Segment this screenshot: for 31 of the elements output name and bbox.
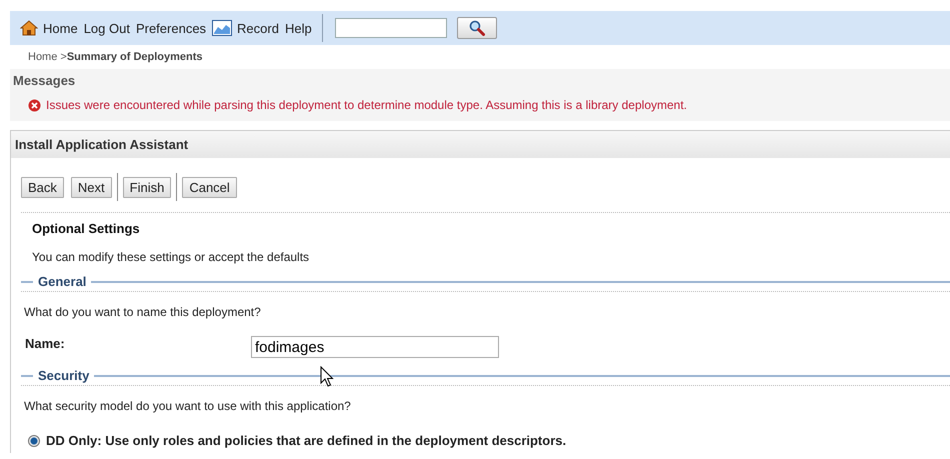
wizard-button[interactable]: Back	[21, 176, 64, 198]
wizard-button[interactable]: Cancel	[182, 176, 237, 198]
section-heading: Optional Settings	[32, 221, 141, 236]
error-icon	[28, 98, 41, 112]
toolbar-link[interactable]: Preferences	[136, 20, 206, 36]
option-label: DD Only: Use only roles and policies that are defined in the deployment descriptors.	[46, 433, 566, 448]
radio-button[interactable]	[28, 434, 40, 446]
breadcrumb-link[interactable]: Home >	[28, 51, 67, 63]
name-field[interactable]: fodimages	[251, 336, 499, 358]
toolbar-link[interactable]: Record	[212, 20, 279, 36]
group-title: General	[38, 274, 86, 289]
field-label: Name:	[25, 336, 66, 350]
wizard-button[interactable]: Finish	[122, 176, 172, 198]
chart-icon	[212, 20, 232, 36]
panel-header: Install Application Assistant	[11, 131, 950, 158]
breadcrumb-current: Summary of Deployments	[66, 51, 203, 63]
toolbar-link[interactable]: Home	[20, 20, 78, 36]
wizard-button[interactable]: Next	[70, 176, 112, 198]
group-title: Security	[38, 368, 90, 383]
intro-text: You can modify these settings or accept the defaults	[32, 250, 310, 264]
error-message: Issues were encountered while parsing this deployment to determine module type. Assuming this is a library deployment.	[46, 98, 687, 112]
toolbar-link[interactable]: Log Out	[84, 20, 130, 36]
mouse-pointer-icon	[320, 366, 334, 388]
question-text: What security model do you want to use with this application?	[24, 399, 352, 413]
search-field[interactable]	[334, 18, 447, 38]
question-text: What do you want to name this deployment?	[24, 305, 262, 319]
toolbar-link[interactable]: Help	[284, 20, 312, 36]
home-icon	[20, 20, 38, 36]
search-button[interactable]	[456, 17, 497, 39]
search-icon	[468, 20, 485, 36]
messages-title: Messages	[12, 72, 76, 88]
